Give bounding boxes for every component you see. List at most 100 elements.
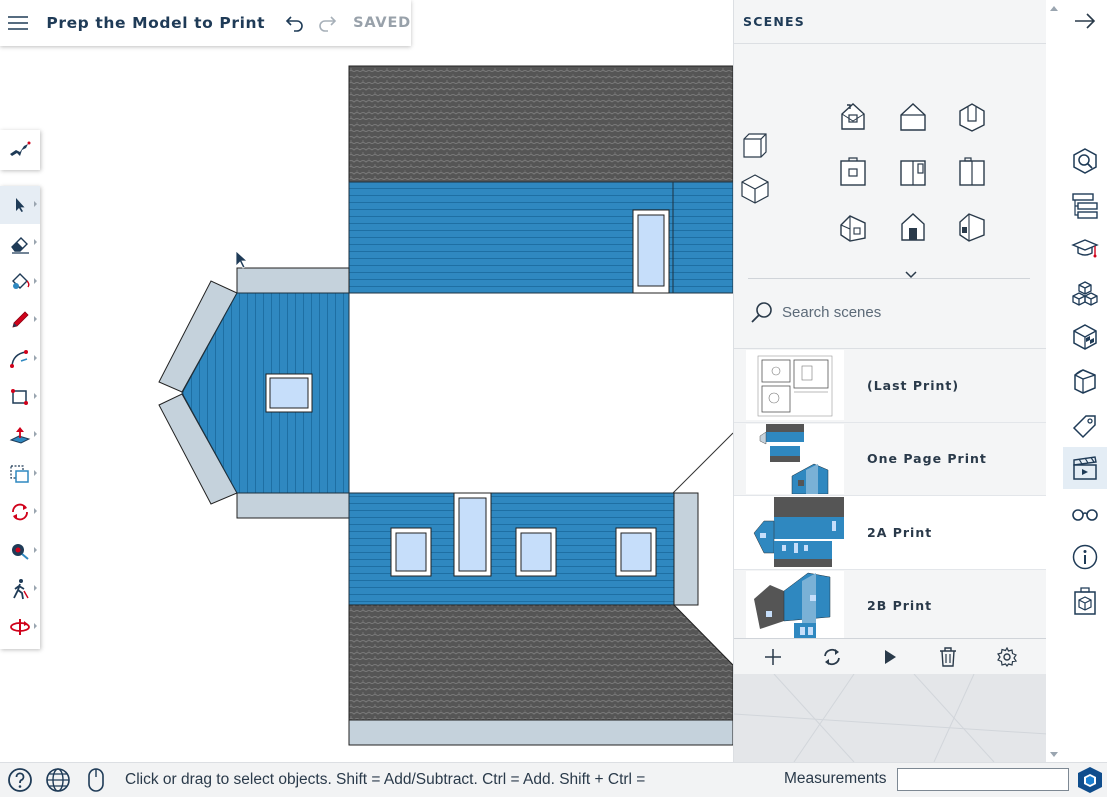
rectangle-icon <box>11 389 28 406</box>
view-left[interactable] <box>836 210 870 244</box>
clapperboard-icon <box>1073 456 1097 480</box>
orbit-icon <box>10 619 30 636</box>
entity-info-button[interactable] <box>1063 140 1107 182</box>
view-parallel-projection[interactable] <box>738 128 772 162</box>
perspective-cube-icon <box>741 174 769 204</box>
redo-icon[interactable] <box>317 12 337 34</box>
rotate-tool[interactable] <box>0 493 40 531</box>
select-tool[interactable] <box>0 186 40 225</box>
wall-panel-top[interactable] <box>348 181 734 294</box>
materials-icon <box>1073 324 1097 350</box>
roof-panel-bottom[interactable] <box>348 604 734 721</box>
tag-icon <box>1072 415 1096 439</box>
view-bottom[interactable] <box>955 100 989 134</box>
status-bar: Click or drag to select objects. Shift =… <box>0 762 1107 797</box>
status-message: Click or drag to select objects. Shift =… <box>125 771 646 788</box>
tape-measure-tool[interactable] <box>0 532 40 570</box>
scenes-button[interactable] <box>1063 447 1107 489</box>
hamburger-icon[interactable] <box>0 0 35 46</box>
move-icon <box>10 465 29 483</box>
side-house-icon <box>959 213 985 242</box>
push-pull-tool[interactable] <box>0 416 40 454</box>
view-back[interactable] <box>955 155 989 189</box>
model-info-button[interactable] <box>1063 536 1107 578</box>
view-side-house[interactable] <box>955 210 989 244</box>
left-view-house-icon <box>840 215 866 242</box>
view-right[interactable] <box>896 155 930 189</box>
language-button[interactable] <box>39 763 77 797</box>
iso-house-icon <box>841 103 865 130</box>
scene-settings-button[interactable] <box>995 645 1019 669</box>
save-status: SAVED <box>353 15 411 31</box>
rotate-icon <box>12 504 28 521</box>
arc-tool[interactable] <box>0 340 40 378</box>
components-icon <box>1072 281 1098 306</box>
scene-item-one-page-print[interactable]: One Page Print <box>734 422 1046 496</box>
front-house-icon <box>901 213 925 241</box>
scroll-up-arrow[interactable] <box>1050 6 1058 11</box>
update-scene-button[interactable] <box>820 645 844 669</box>
orbit-tool[interactable] <box>0 608 40 646</box>
standard-views <box>734 44 1046 279</box>
view-top[interactable] <box>896 100 930 134</box>
more-views-toggle[interactable] <box>894 265 928 285</box>
instructor-tool[interactable] <box>0 130 40 170</box>
scene-item-2b-print[interactable]: 2B Print <box>734 569 1046 643</box>
styles-button[interactable] <box>1063 360 1107 402</box>
scene-thumbnail <box>746 497 844 568</box>
scene-thumbnail <box>746 350 844 421</box>
scene-name: 2A Print <box>867 524 933 540</box>
view-front[interactable] <box>836 155 870 189</box>
scene-name: One Page Print <box>867 451 987 467</box>
eraser-tool[interactable] <box>0 224 40 262</box>
paint-bucket-tool[interactable] <box>0 263 40 301</box>
view-perspective[interactable] <box>738 172 772 206</box>
scene-item-2a-print[interactable]: 2A Print <box>734 496 1046 570</box>
rectangle-tool[interactable] <box>0 378 40 416</box>
input-device-button[interactable] <box>77 763 115 797</box>
scenes-title: SCENES <box>743 14 805 29</box>
pencil-tool[interactable] <box>0 301 40 339</box>
search-scenes-input[interactable] <box>782 303 1022 321</box>
glasses-icon <box>1072 509 1098 521</box>
tape-measure-icon <box>12 543 29 560</box>
instructor-button[interactable] <box>1063 228 1107 270</box>
scene-list: (Last Print) One Page Print 2A Print 2B … <box>734 348 1046 643</box>
settings-icon <box>996 646 1017 667</box>
house-unfolded-model <box>158 65 734 746</box>
scene-name: 2B Print <box>867 598 933 614</box>
components-button[interactable] <box>1063 273 1107 315</box>
undo-icon[interactable] <box>285 12 305 34</box>
sketchup-logo[interactable] <box>1076 766 1104 794</box>
roof-panel-top[interactable] <box>348 65 734 183</box>
view-iso[interactable] <box>836 100 870 134</box>
delete-icon <box>940 646 957 667</box>
graduation-cap-icon <box>1071 239 1099 258</box>
move-tool[interactable] <box>0 455 40 493</box>
help-icon <box>8 768 32 792</box>
tags-button[interactable] <box>1063 405 1107 447</box>
globe-icon <box>46 768 70 792</box>
walk-tool[interactable] <box>0 570 40 608</box>
measurements-input[interactable] <box>897 768 1069 791</box>
back-view-icon <box>959 157 985 186</box>
display-button[interactable] <box>1063 493 1107 535</box>
bottom-view-house-icon <box>959 103 985 132</box>
collapse-panel-button[interactable] <box>1063 0 1107 42</box>
instructor-icon <box>10 141 31 156</box>
delete-scene-button[interactable] <box>936 645 960 669</box>
model-viewport[interactable] <box>0 0 734 762</box>
add-scene-button[interactable] <box>761 645 785 669</box>
materials-button[interactable] <box>1063 316 1107 358</box>
scroll-down-arrow[interactable] <box>1050 752 1058 757</box>
walk-icon <box>13 579 29 600</box>
play-animation-button[interactable] <box>878 645 902 669</box>
model-title[interactable]: Prep the Model to Print <box>46 14 265 32</box>
outliner-button[interactable] <box>1063 184 1107 226</box>
eraser-icon <box>11 236 29 254</box>
view-front-house[interactable] <box>896 210 930 244</box>
scene-item-last-print[interactable]: (Last Print) <box>734 349 1046 423</box>
help-button[interactable] <box>1 763 39 797</box>
right-panel-rail <box>1063 0 1107 762</box>
solid-inspector-button[interactable] <box>1063 580 1107 622</box>
